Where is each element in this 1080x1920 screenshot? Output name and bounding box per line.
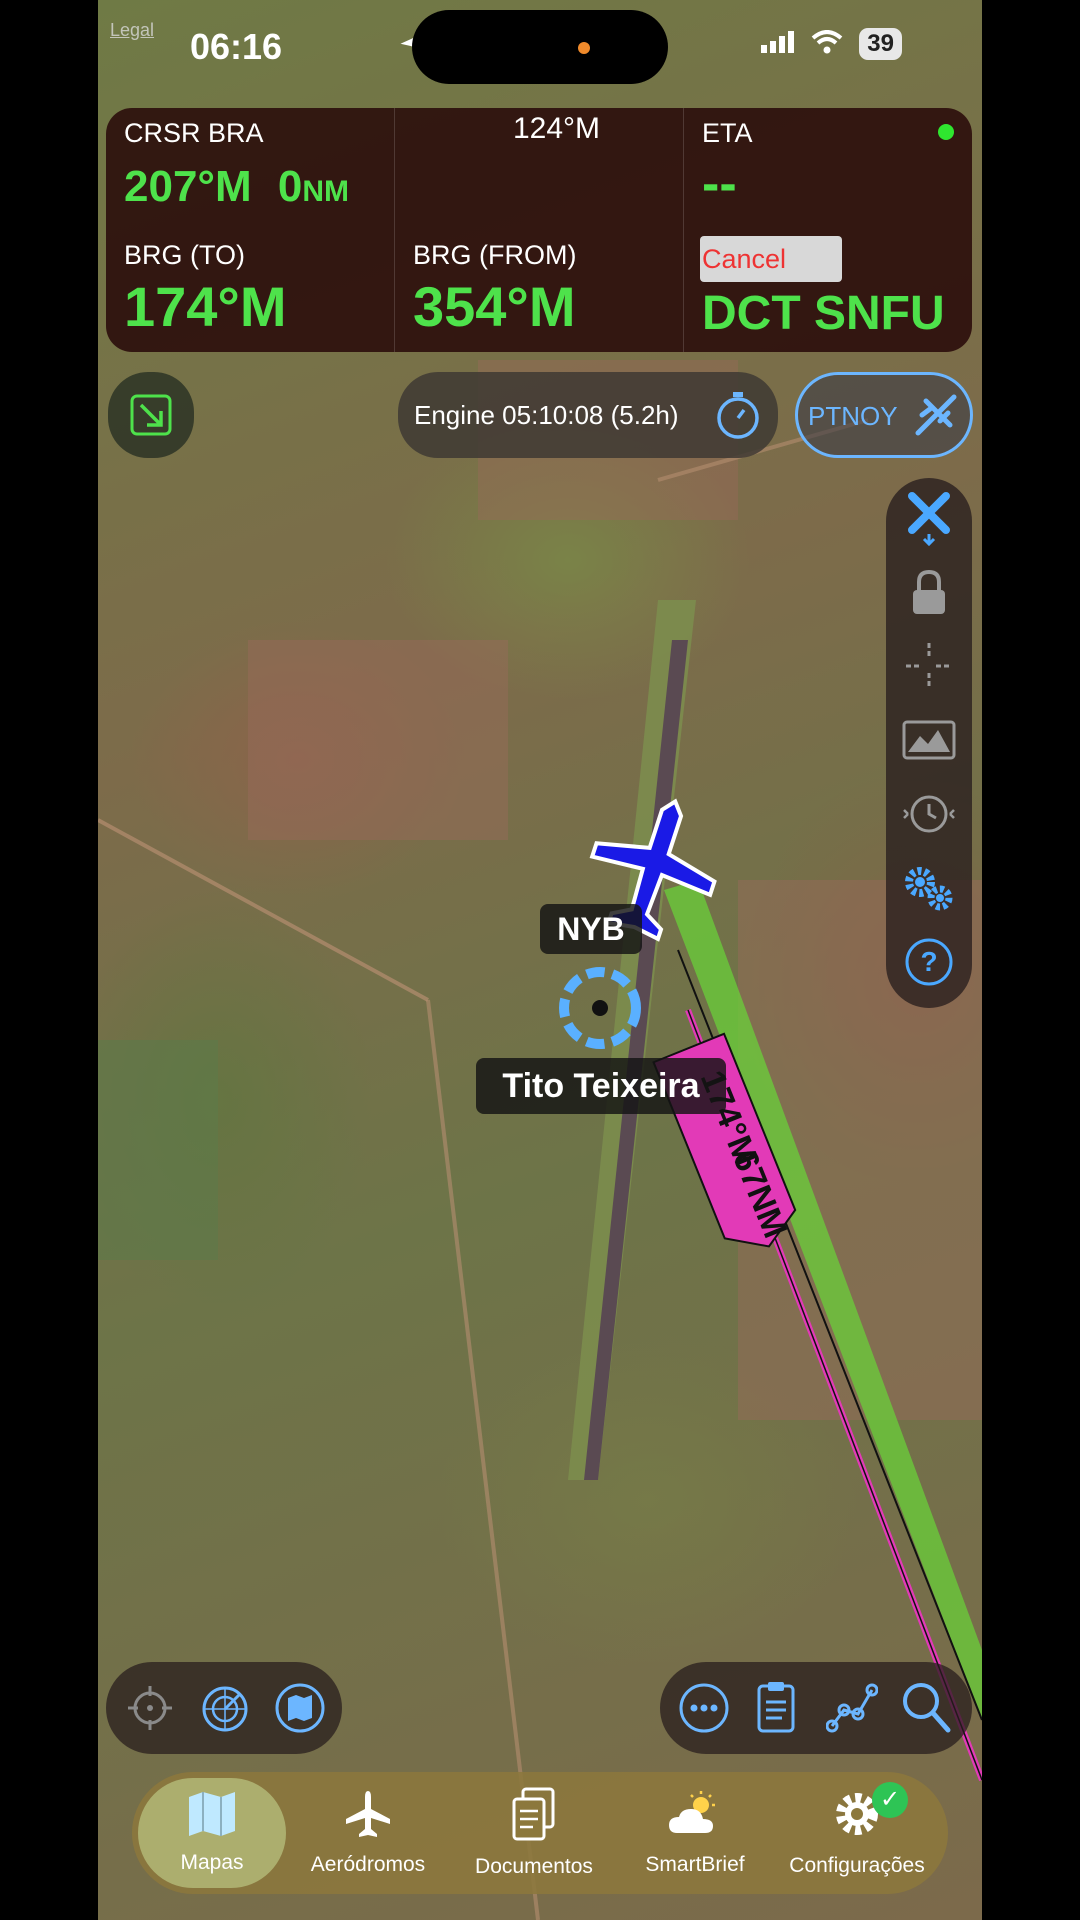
- aircraft-callsign-label: NYB: [540, 904, 642, 954]
- status-icons: 39: [761, 28, 902, 60]
- tab-label: Configurações: [789, 1854, 925, 1877]
- route-button[interactable]: [825, 1682, 879, 1739]
- collapse-panel-button[interactable]: [108, 372, 194, 458]
- legal-link[interactable]: Legal: [110, 20, 154, 41]
- airplane-icon: [343, 1789, 393, 1845]
- tab-configuracoes[interactable]: Configurações ✓: [772, 1772, 942, 1894]
- map-actions-controls: [660, 1662, 972, 1754]
- locate-button[interactable]: [126, 1684, 174, 1737]
- target-icon: [128, 1686, 172, 1730]
- engine-timer-text: Engine 05:10:08 (5.2h): [414, 400, 679, 430]
- tab-label: Documentos: [475, 1855, 593, 1878]
- lock-icon: [909, 568, 949, 621]
- crsr-bearing: 207°M: [124, 162, 252, 211]
- map-tools-rail: ?: [886, 478, 972, 1008]
- map-layers-button[interactable]: [274, 1682, 326, 1739]
- brg-from-cell[interactable]: BRG (FROM) 354°M: [395, 230, 683, 352]
- more-icon: [679, 1683, 729, 1733]
- cancel-button[interactable]: Cancel: [700, 236, 842, 282]
- close-x-icon: [906, 490, 952, 551]
- terrain-icon: [902, 720, 956, 765]
- brg-to-cell[interactable]: BRG (TO) 174°M: [106, 230, 394, 352]
- clipboard-icon: [757, 1682, 795, 1733]
- destination-cell[interactable]: Cancel DCT SNFU: [684, 108, 972, 352]
- aircraft-selector[interactable]: PTNOY: [795, 372, 973, 458]
- crsr-bra-cell[interactable]: CRSR BRA 207°M 0NM: [106, 108, 394, 230]
- status-time: 06:16: [190, 26, 283, 67]
- more-button[interactable]: [678, 1682, 730, 1739]
- history-button[interactable]: [899, 786, 959, 846]
- destination-value: DCT SNFU: [702, 287, 945, 340]
- tab-smartbrief[interactable]: SmartBrief: [620, 1772, 770, 1894]
- tab-mapas[interactable]: Mapas: [138, 1772, 286, 1894]
- aircraft-id: PTNOY: [808, 401, 898, 431]
- search-button[interactable]: [900, 1680, 952, 1739]
- map-icon: [275, 1683, 325, 1733]
- brg-to-value: 174°M: [124, 275, 287, 338]
- search-icon: [903, 1683, 951, 1733]
- wifi-icon: [811, 29, 843, 59]
- brg-to-label: BRG (TO): [124, 240, 245, 270]
- flight-plan-button[interactable]: [756, 1680, 796, 1739]
- battery-indicator: 39: [859, 28, 902, 60]
- dynamic-island: [412, 10, 668, 84]
- crsr-value: 207°M 0NM: [124, 162, 349, 212]
- clear-route-button[interactable]: [899, 490, 959, 550]
- brg-from-label: BRG (FROM): [413, 240, 577, 270]
- settings-gears-button[interactable]: [899, 860, 959, 920]
- map-icon: [187, 1791, 237, 1843]
- tab-label: SmartBrief: [645, 1853, 745, 1876]
- checkmark-badge: ✓: [872, 1782, 908, 1818]
- crsr-distance: 0: [277, 162, 303, 211]
- svg-text:?: ?: [920, 946, 937, 977]
- radar-icon: [202, 1686, 248, 1732]
- documents-icon: [511, 1787, 557, 1847]
- instrument-panel: CRSR BRA 207°M 0NM 124°M ETA -- BRG (TO)…: [106, 108, 972, 352]
- history-clock-icon: [902, 792, 956, 841]
- lock-map-button[interactable]: [899, 564, 959, 624]
- settings-gears-icon: [902, 864, 956, 917]
- heading-value: 124°M: [513, 112, 601, 145]
- map-view-controls: [106, 1662, 342, 1754]
- map-screen[interactable]: 174°M 67NM Legal 06:16 39 CRSR BRA 207°M…: [98, 0, 982, 1920]
- tab-documentos[interactable]: Documentos: [450, 1772, 618, 1894]
- help-icon: ?: [904, 937, 954, 992]
- brg-from-value: 354°M: [413, 275, 576, 338]
- crsr-label: CRSR BRA: [124, 118, 264, 148]
- radar-button[interactable]: [200, 1684, 250, 1739]
- tab-bar: Mapas Aeródromos Documentos SmartBrief C…: [132, 1772, 948, 1894]
- recording-dot: [578, 42, 590, 54]
- airport-label[interactable]: Tito Teixeira: [476, 1058, 726, 1114]
- help-button[interactable]: ?: [899, 934, 959, 994]
- crosshair-button[interactable]: [899, 638, 959, 698]
- stopwatch-icon: [714, 390, 762, 445]
- airplane-icon: [912, 391, 960, 444]
- engine-timer[interactable]: Engine 05:10:08 (5.2h): [398, 372, 778, 458]
- tab-aerodromos[interactable]: Aeródromos: [288, 1772, 448, 1894]
- tab-label: Aeródromos: [310, 1853, 426, 1876]
- heading-cell[interactable]: 124°M: [395, 108, 683, 230]
- terrain-button[interactable]: [899, 712, 959, 772]
- arrow-down-right-icon: [129, 393, 173, 442]
- tab-label: Mapas: [180, 1851, 244, 1874]
- weather-icon: [667, 1789, 723, 1845]
- crosshair-icon: [904, 641, 954, 696]
- signal-icon: [761, 30, 795, 58]
- route-icon: [825, 1683, 879, 1733]
- crsr-distance-unit: NM: [302, 175, 350, 208]
